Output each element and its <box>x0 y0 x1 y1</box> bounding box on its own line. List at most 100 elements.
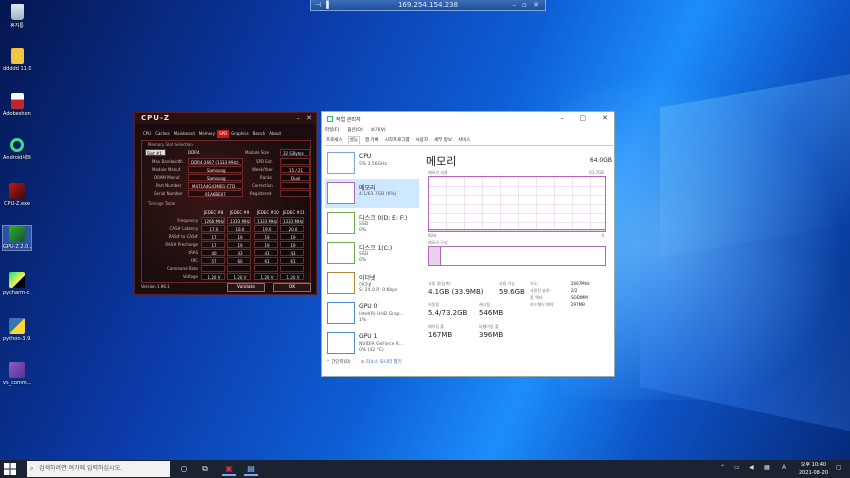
timing-cell: 43 <box>254 249 278 256</box>
keyboard-icon[interactable]: ▦ <box>764 464 770 471</box>
timing-cell <box>201 265 225 272</box>
task-manager-window[interactable]: 작업 관리자 – ▢ ✕ 파일(F) 옵션(O) 보기(V) 프로세스 성능 앱… <box>321 111 615 377</box>
cpuz-titlebar[interactable]: CPU-Z – ✕ <box>135 113 316 124</box>
desktop-icon-recycle-bin[interactable]: 휴지통 <box>3 4 31 29</box>
network-icon[interactable]: ▭ <box>734 464 740 471</box>
part-number: M471A4G43MB1-CTD <box>192 184 236 189</box>
cpuz-taskbar-icon[interactable]: ▣ <box>222 462 236 476</box>
close-icon[interactable]: ✕ <box>306 114 312 122</box>
desktop-icon-visual-studio[interactable]: vs_comm... <box>3 362 31 386</box>
composition-used <box>429 247 441 265</box>
value-box: Dual <box>280 174 310 181</box>
ranks: Dual <box>291 176 301 181</box>
task-manager-taskbar-icon[interactable]: ▤ <box>244 462 258 476</box>
desktop-icon-label: CPU-Z.exe <box>4 201 30 207</box>
tab-graphics[interactable]: Graphics <box>229 130 251 138</box>
pin-icon[interactable]: ⊣ ▐ <box>315 0 329 11</box>
ok-button[interactable]: OK <box>273 283 311 292</box>
clock[interactable]: 오후 10:40 2021-08-20 <box>799 461 828 477</box>
perf-sidebar: CPU 5% 3.56GHz 메모리 4.1/63.7GB (6%) 디스크 0… <box>325 149 419 359</box>
tab-processes[interactable]: 프로세스 <box>325 137 344 145</box>
perf-item-disk0[interactable]: 디스크 0(D: E: F:) SSD 0% <box>325 209 419 238</box>
menu-file[interactable]: 파일(F) <box>325 127 339 133</box>
item-name: 메모리 <box>359 185 376 192</box>
timing-cell: 20.0 <box>280 225 304 232</box>
usage-graph-max: 63.7GB <box>589 170 604 175</box>
menu-options[interactable]: 옵션(O) <box>347 127 362 133</box>
taskbar-search[interactable]: ⌕ 검색하려면 여기에 입력하십시오. <box>27 461 170 477</box>
tab-startup[interactable]: 시작프로그램 <box>384 137 411 145</box>
timing-column-header: JEDEC #9 <box>230 210 250 215</box>
row-label: Registered <box>250 191 272 196</box>
tab-spd[interactable]: SPD <box>217 130 230 138</box>
tab-mainboard[interactable]: Mainboard <box>172 130 197 138</box>
desktop-icon-gpuz[interactable]: GPU-Z 2.0... <box>2 225 32 251</box>
timing-value: 20.0 <box>288 227 298 232</box>
remote-desktop-bar[interactable]: ⊣ ▐ 169.254.154.238 – ▫ ✕ <box>310 0 546 11</box>
timing-value: 1333 MHz <box>230 219 251 224</box>
tab-cpu[interactable]: CPU <box>141 130 153 138</box>
timing-row-label: tRAS <box>188 250 198 255</box>
value-box: Samsung <box>188 166 243 173</box>
perf-item-disk1[interactable]: 디스크 1(C:) SSD 0% <box>325 239 419 268</box>
desktop-icon-cpuz[interactable]: CPU-Z.exe <box>3 183 31 207</box>
tab-services[interactable]: 서비스 <box>457 137 471 145</box>
minimize-icon[interactable]: – <box>297 114 301 122</box>
menu-view[interactable]: 보기(V) <box>371 127 386 133</box>
perf-item-cpu[interactable]: CPU 5% 3.56GHz <box>325 149 419 178</box>
timing-cell <box>280 265 304 272</box>
cortana-icon[interactable]: ○ <box>177 462 191 476</box>
cpuz-tabs: CPU Caches Mainboard Memory SPD Graphics… <box>135 130 316 138</box>
less-details-link[interactable]: ⌃ 간단히(D) <box>326 359 351 365</box>
close-icon[interactable]: ✕ <box>602 114 608 122</box>
spec-label: 폼 팩터: <box>530 295 544 300</box>
desktop-icon-python[interactable]: python-3.9... <box>3 318 31 342</box>
timing-value: 17 <box>211 243 217 248</box>
clock-time: 오후 10:40 <box>800 462 827 468</box>
ethernet-thumbnail <box>327 272 355 294</box>
tab-memory[interactable]: Memory <box>197 130 217 138</box>
desktop-icon-android[interactable]: Android세트... <box>3 138 31 161</box>
notifications-icon[interactable]: ▢ <box>836 464 842 471</box>
timing-cell: 19 <box>227 241 251 248</box>
task-view-icon[interactable]: ⧉ <box>198 462 212 476</box>
tab-details[interactable]: 세부 정보 <box>433 137 453 145</box>
slot-select[interactable]: Slot #1 <box>145 149 166 156</box>
item-name: 이더넷 <box>359 275 376 282</box>
speaker-icon[interactable]: ◀ <box>749 464 754 471</box>
perf-item-gpu0[interactable]: GPU 0 Intel(R) UHD Grap... 1% <box>325 299 419 328</box>
gpu-thumbnail <box>327 332 355 354</box>
visual-studio-icon <box>9 362 25 378</box>
detail-title: 메모리 <box>426 155 457 168</box>
tab-app-history[interactable]: 앱 기록 <box>364 137 380 145</box>
tab-performance[interactable]: 성능 <box>347 136 360 145</box>
window-controls-icon[interactable]: – ▫ ✕ <box>512 0 541 11</box>
perf-item-memory[interactable]: 메모리 4.1/63.7GB (6%) <box>325 179 419 208</box>
windows-start-icon[interactable] <box>4 463 16 475</box>
chevron-up-icon[interactable]: ⌃ <box>720 464 725 471</box>
spec-label: 하드웨어 예약: <box>530 302 555 307</box>
tm-titlebar[interactable]: 작업 관리자 – ▢ ✕ <box>322 112 614 126</box>
timing-value: 19 <box>290 235 296 240</box>
maximize-icon[interactable]: ▢ <box>579 114 586 122</box>
tab-about[interactable]: About <box>267 130 283 138</box>
desktop-icon-folder[interactable]: ddddd 11.0... <box>3 48 31 72</box>
resource-monitor-link[interactable]: ⊘ 리소스 모니터 열기 <box>361 359 402 365</box>
desktop-icon-adobe[interactable]: Adobeshon... <box>3 93 31 117</box>
tab-users[interactable]: 사용자 <box>415 137 429 145</box>
minimize-icon[interactable]: – <box>561 114 565 122</box>
stat-label: 캐시됨 <box>479 302 491 307</box>
desktop-icon-pycharm[interactable]: pycharm-c... <box>3 272 31 296</box>
tab-bench[interactable]: Bench <box>251 130 267 138</box>
section-label: Timings Table <box>148 201 176 206</box>
stat-committed: 5.4/73.2GB <box>428 309 468 317</box>
validate-button[interactable]: Validate <box>227 283 265 292</box>
stat-available: 59.6GB <box>499 288 525 296</box>
input-language[interactable]: A <box>782 464 786 471</box>
timing-cell: 43 <box>227 249 251 256</box>
perf-item-ethernet[interactable]: 이더넷 이더넷 S: 24.0 R: 0 Kbps <box>325 269 419 298</box>
tab-caches[interactable]: Caches <box>153 130 172 138</box>
cpuz-window[interactable]: CPU-Z – ✕ CPU Caches Mainboard Memory SP… <box>134 112 317 295</box>
perf-item-gpu1[interactable]: GPU 1 NVIDIA GeForce R... 0% (42 °C) <box>325 329 419 358</box>
timing-value: 1333 MHz <box>283 219 304 224</box>
